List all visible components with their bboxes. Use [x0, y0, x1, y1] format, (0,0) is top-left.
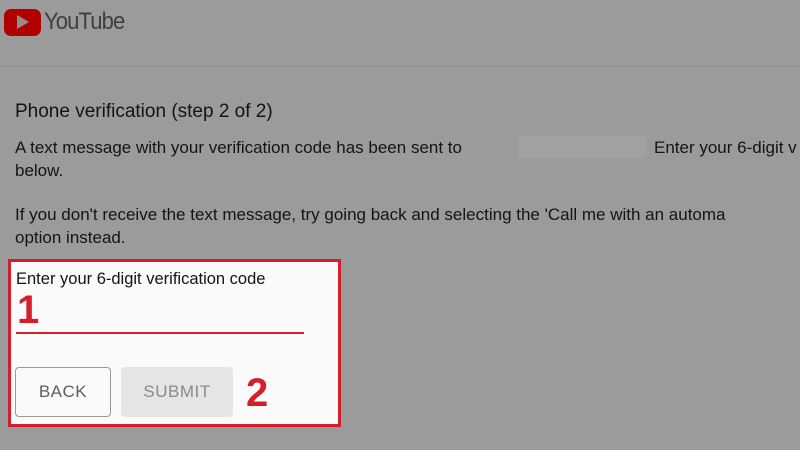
- step-marker-2: 2: [246, 371, 269, 415]
- submit-button[interactable]: SUBMIT: [121, 367, 233, 417]
- youtube-logo[interactable]: YouTube: [4, 6, 131, 38]
- fallback-text-line2: option instead.: [15, 228, 126, 247]
- verification-code-input[interactable]: [16, 292, 304, 334]
- redacted-phone-number: [518, 136, 646, 158]
- logo-text: YouTube: [44, 8, 125, 35]
- message-text-line2: below.: [15, 161, 64, 180]
- header-divider: [0, 66, 800, 67]
- code-field-label: Enter your 6-digit verification code: [16, 270, 266, 288]
- page: YouTube Phone verification (step 2 of 2)…: [0, 0, 800, 450]
- page-title: Phone verification (step 2 of 2): [15, 101, 273, 122]
- back-button[interactable]: BACK: [15, 367, 111, 417]
- fallback-text-line1: If you don't receive the text message, t…: [15, 205, 726, 224]
- verification-form-card: Enter your 6-digit verification code 1 B…: [8, 259, 341, 427]
- step-marker-1: 1: [17, 288, 40, 332]
- message-text-end: Enter your 6-digit v: [654, 138, 797, 157]
- message-text-start: A text message with your verification co…: [15, 138, 462, 157]
- youtube-play-icon: [4, 8, 41, 36]
- top-bar: YouTube: [0, 0, 800, 66]
